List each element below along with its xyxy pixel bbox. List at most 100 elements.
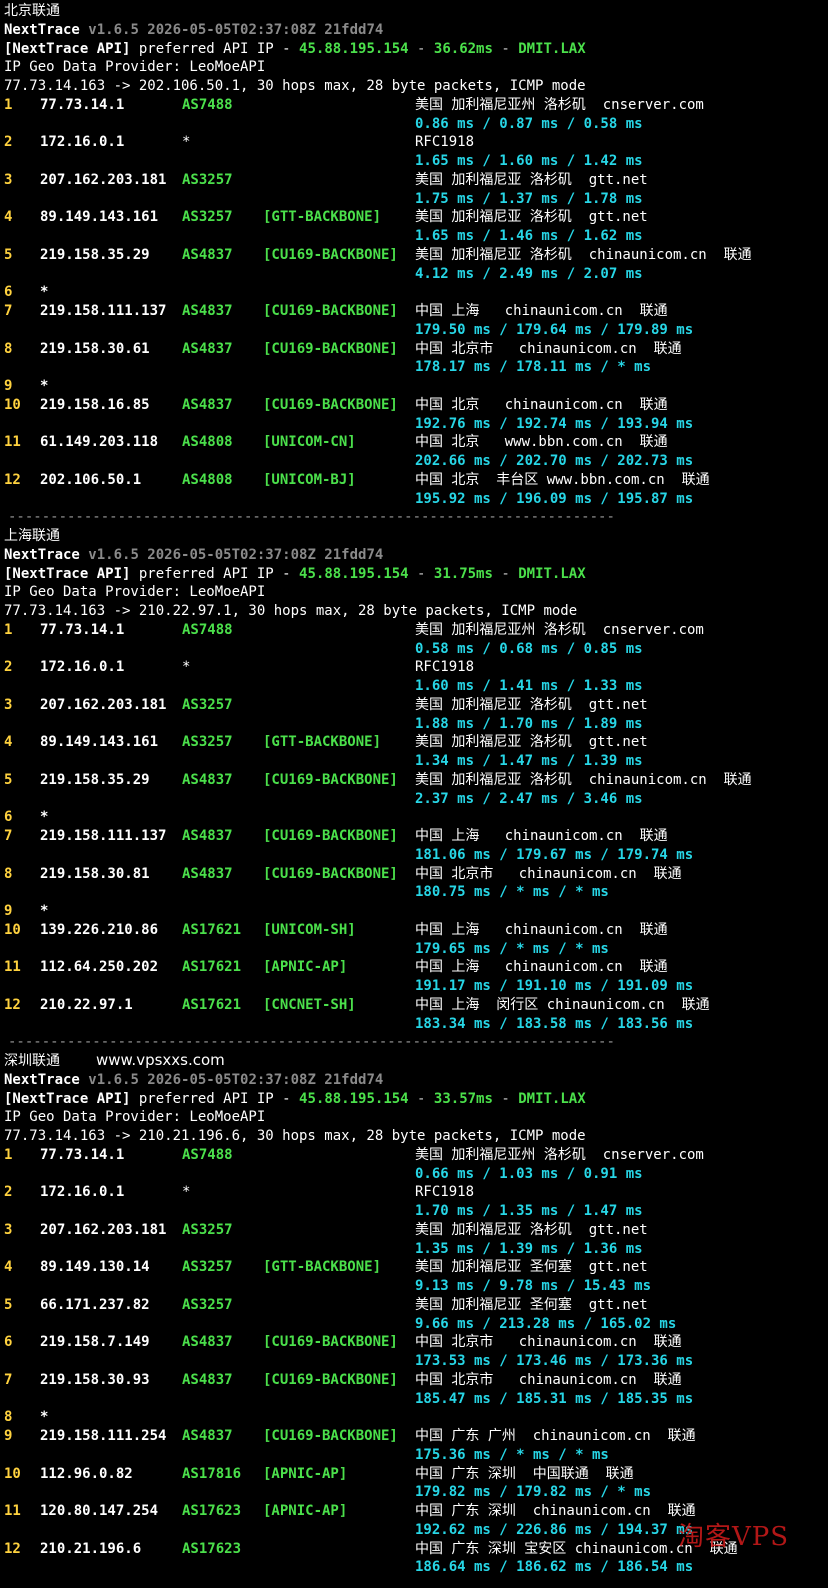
hop-ip: 77.73.14.1 (40, 1146, 125, 1163)
hop-row: 6 219.158.7.149 AS4837 [CU169-BACKBONE] 中国 北… (0, 1333, 820, 1352)
hop-number: 6 (4, 1334, 13, 1351)
hop-geo: RFC1918 (415, 659, 475, 676)
hop-number: 9 (4, 378, 13, 394)
hop-number: 8 (4, 1409, 13, 1426)
hop-rtt: 0.86 ms / 0.87 ms / 0.58 ms (415, 115, 643, 132)
hop-number: 3 (4, 696, 13, 713)
hop-rtt: 4.12 ms / 2.49 ms / 2.07 ms (415, 265, 643, 282)
hop-number: 4 (4, 1259, 13, 1276)
hop-rtt: 202.66 ms / 202.70 ms / 202.73 ms (415, 453, 694, 469)
hop-ip: 219.158.16.85 (40, 396, 150, 413)
hop-number: 3 (4, 1221, 13, 1238)
hop-ip: 77.73.14.1 (40, 96, 125, 113)
hop-row: 4 89.149.143.161 AS3257 [GTT-BACKBONE] 美国 加利… (0, 208, 820, 227)
hop-rtt-row: 0.66 ms / 1.03 ms / 0.91 ms (0, 1165, 820, 1184)
section-title-text: 上海联通 (4, 528, 60, 544)
hop-asn: AS4837 (182, 396, 233, 413)
hop-geo: 中国 广东 广州 chinaunicom.cn 联通 (415, 1428, 696, 1444)
hop-row: 12 202.106.50.1 AS4808 [UNICOM-BJ] 中国 北京 丰台区… (0, 471, 820, 490)
hop-number: 6 (4, 284, 13, 301)
hop-geo: RFC1918 (415, 134, 475, 151)
hop-row: 11 61.149.203.118 AS4808 [UNICOM-CN] 中国 北京 w… (0, 433, 820, 452)
hop-asn: AS17621 (182, 996, 242, 1013)
hop-geo: 中国 北京市 chinaunicom.cn 联通 (415, 1334, 682, 1351)
hop-rtt: 1.70 ms / 1.35 ms / 1.47 ms (415, 1203, 643, 1219)
hop-ip: 210.21.196.6 (40, 1540, 142, 1557)
hop-rtt: 192.76 ms / 192.74 ms / 193.94 ms (415, 415, 694, 432)
hop-row: 1 77.73.14.1 AS7488 美国 加利福尼亚州 洛杉矶 cnserver.… (0, 1146, 820, 1165)
hop-number: 8 (4, 865, 13, 882)
terminal-output: 北京联通 NextTrace v1.6.5 2026-05-05T02:37:08… (0, 0, 828, 1588)
hop-asn: AS4837 (182, 865, 233, 882)
hop-number: 11 (4, 1503, 21, 1519)
hop-ip: 219.158.111.137 (40, 828, 167, 844)
hop-geo: 中国 北京市 chinaunicom.cn 联通 (415, 1371, 682, 1388)
geo-provider-line: IP Geo Data Provider: LeoMoeAPI (4, 1108, 824, 1127)
separator-line: ----------------------------------------… (8, 509, 615, 526)
hop-asn: AS3257 (182, 734, 233, 751)
hop-rtt: 191.17 ms / 191.10 ms / 191.09 ms (415, 978, 694, 994)
hop-asn: * (182, 659, 191, 676)
hop-row: 3 207.162.203.181 AS3257 美国 加利福尼亚 洛杉矶 gtt.n… (0, 696, 820, 715)
geo-provider-line: IP Geo Data Provider: LeoMoeAPI (4, 583, 824, 602)
hop-row: 4 89.149.143.161 AS3257 [GTT-BACKBONE] 美国 加利… (0, 733, 820, 752)
hop-asn: AS7488 (182, 1146, 233, 1163)
hop-ip: 207.162.203.181 (40, 171, 167, 188)
section-title-text: 深圳联通 (4, 1053, 60, 1069)
trace-header: 77.73.14.163 -> 210.22.97.1, 30 hops max… (4, 603, 578, 619)
app-name: NextTrace (4, 1071, 80, 1088)
hop-row: 10 112.96.0.82 AS17816 [APNIC-AP] 中国 广东 深圳 中… (0, 1465, 820, 1484)
hop-row: 3 207.162.203.181 AS3257 美国 加利福尼亚 洛杉矶 gtt.n… (0, 1221, 820, 1240)
hop-number: 9 (4, 1428, 13, 1444)
hop-geo: 中国 广东 深圳 中国联通 联通 (415, 1465, 634, 1482)
hop-tag: [CU169-BACKBONE] (263, 1428, 398, 1444)
hop-ip: 207.162.203.181 (40, 1221, 167, 1238)
app-version-line: NextTrace v1.6.5 2026-05-05T02:37:08Z 21… (4, 1071, 824, 1090)
hop-rtt: 2.37 ms / 2.47 ms / 3.46 ms (415, 790, 643, 807)
hop-asn: AS3257 (182, 1296, 233, 1313)
app-version: v1.6.5 2026-05-05T02:37:08Z 21fdd74 (88, 546, 384, 563)
hop-number: 12 (4, 996, 21, 1013)
hop-asn: AS4837 (182, 1334, 233, 1351)
hop-number: 2 (4, 1184, 13, 1201)
hop-ip: 112.96.0.82 (40, 1465, 133, 1482)
hop-rtt: 1.75 ms / 1.37 ms / 1.78 ms (415, 190, 643, 207)
hop-geo: 美国 加利福尼亚州 洛杉矶 cnserver.com (415, 1146, 704, 1163)
hop-row: 10 219.158.16.85 AS4837 [CU169-BACKBONE] 中国 … (0, 396, 820, 415)
hop-tag: [CNCNET-SH] (263, 996, 356, 1013)
hop-rtt: 9.66 ms / 213.28 ms / 165.02 ms (415, 1315, 677, 1332)
hop-ip: 77.73.14.1 (40, 621, 125, 638)
hop-ip: * (40, 903, 49, 919)
hop-row: 11 112.64.250.202 AS17621 [APNIC-AP] 中国 上海 c… (0, 958, 820, 977)
geo-provider: IP Geo Data Provider: LeoMoeAPI (4, 1109, 266, 1126)
hop-asn: AS4837 (182, 1428, 233, 1444)
hop-ip: 172.16.0.1 (40, 134, 125, 151)
hop-rtt-row: 191.17 ms / 191.10 ms / 191.09 ms (0, 977, 820, 996)
watermark-logo: 淘客VPS (678, 1522, 790, 1552)
hop-ip: 202.106.50.1 (40, 471, 142, 488)
api-latency: 31.75ms (433, 565, 493, 582)
hop-number: 10 (4, 396, 21, 413)
hop-rtt: 180.75 ms / * ms / * ms (415, 884, 609, 901)
hop-geo: 中国 北京 chinaunicom.cn 联通 (415, 396, 668, 413)
hop-ip: 66.171.237.82 (40, 1296, 150, 1313)
hop-rtt: 173.53 ms / 173.46 ms / 173.36 ms (415, 1353, 694, 1369)
hop-asn: AS17623 (182, 1503, 242, 1519)
hop-geo: 美国 加利福尼亚 圣何塞 gtt.net (415, 1296, 648, 1313)
hop-row: 9 * (0, 902, 820, 921)
hop-row: 1 77.73.14.1 AS7488 美国 加利福尼亚州 洛杉矶 cnserver.… (0, 621, 820, 640)
hop-row: 8 * (0, 1408, 820, 1427)
hop-asn: AS17623 (182, 1540, 242, 1557)
trace-header-line: 77.73.14.163 -> 210.21.196.6, 30 hops ma… (4, 1127, 824, 1146)
hop-geo: 中国 上海 chinaunicom.cn 联通 (415, 959, 668, 976)
hop-geo: RFC1918 (415, 1184, 475, 1201)
hop-geo: 中国 北京市 chinaunicom.cn 联通 (415, 340, 682, 357)
hop-tag: [CU169-BACKBONE] (263, 771, 398, 788)
hop-number: 11 (4, 959, 21, 976)
hop-number: 12 (4, 1540, 21, 1557)
hop-ip: * (40, 1409, 49, 1426)
hop-rtt: 0.58 ms / 0.68 ms / 0.85 ms (415, 640, 643, 657)
hop-number: 2 (4, 134, 13, 151)
hop-geo: 美国 加利福尼亚 洛杉矶 gtt.net (415, 171, 648, 188)
hop-rtt-row: 179.65 ms / * ms / * ms (0, 940, 820, 959)
